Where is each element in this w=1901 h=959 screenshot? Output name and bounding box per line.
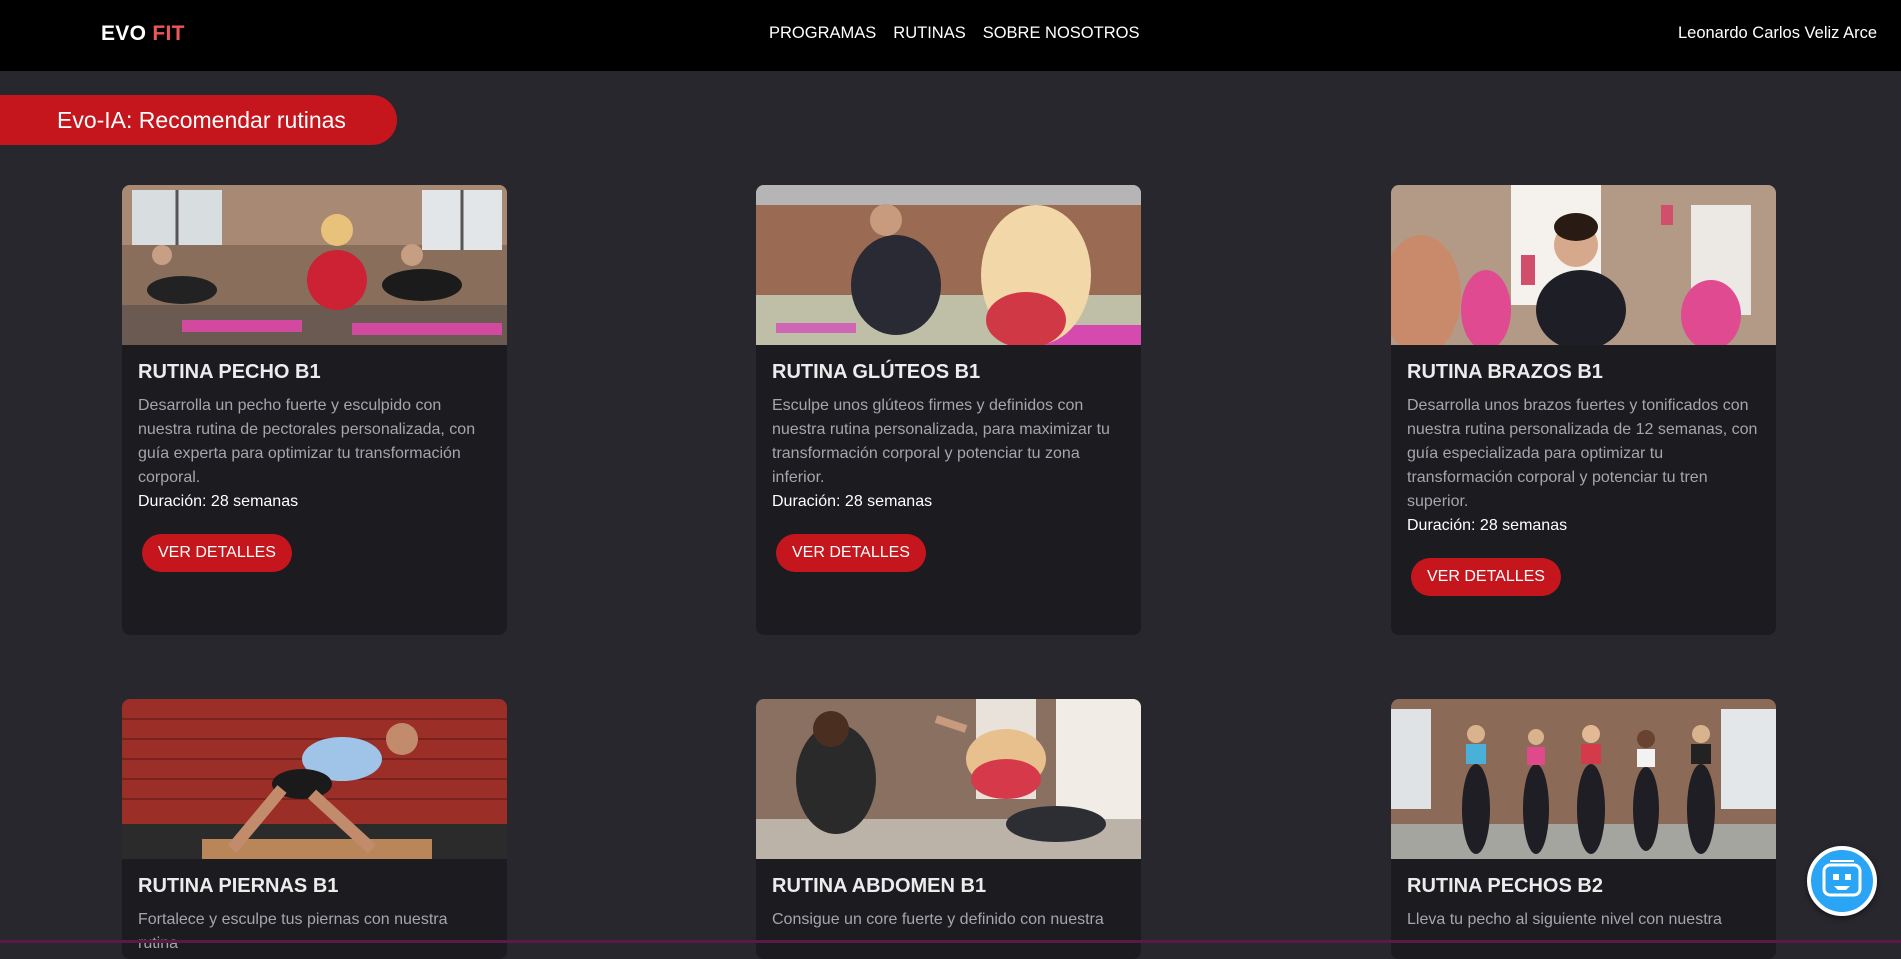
routine-card: RUTINA BRAZOS B1 Desarrolla unos brazos … xyxy=(1391,185,1776,635)
routine-card: RUTINA PECHOS B2 Lleva tu pecho al sigui… xyxy=(1391,699,1776,959)
routine-title: RUTINA GLÚTEOS B1 xyxy=(772,361,981,383)
nav-link-rutinas[interactable]: RUTINAS xyxy=(893,24,965,43)
view-details-button[interactable]: VER DETALLES xyxy=(776,534,926,572)
ai-recommend-button[interactable]: Evo-IA: Recomendar rutinas xyxy=(0,95,397,145)
routine-image-glutes xyxy=(756,185,1141,345)
routine-image-arms xyxy=(1391,185,1776,345)
routine-image-legs xyxy=(122,699,507,859)
routine-duration: Duración: 28 semanas xyxy=(1407,517,1568,534)
brand-logo[interactable]: EVO FIT xyxy=(101,22,185,46)
routine-description: Fortalece y esculpe tus piernas con nues… xyxy=(138,911,448,952)
routine-description: Desarrolla un pecho fuerte y esculpido c… xyxy=(138,397,476,486)
routine-image-chest xyxy=(122,185,507,345)
routine-description: Esculpe unos glúteos firmes y definidos … xyxy=(772,397,1110,486)
routine-title: RUTINA PECHO B1 xyxy=(138,361,321,383)
robot-chat-icon xyxy=(1822,860,1862,897)
routine-duration: Duración: 28 semanas xyxy=(772,493,933,510)
user-name[interactable]: Leonardo Carlos Veliz Arce xyxy=(1678,24,1877,43)
routine-title: RUTINA PECHOS B2 xyxy=(1407,875,1603,897)
routine-card: RUTINA PECHO B1 Desarrolla un pecho fuer… xyxy=(122,185,507,635)
top-navbar: EVO FIT PROGRAMAS RUTINAS SOBRE NOSOTROS… xyxy=(0,0,1901,71)
routine-card: RUTINA PIERNAS B1 Fortalece y esculpe tu… xyxy=(122,699,507,959)
routine-image-abs xyxy=(756,699,1141,859)
view-details-button[interactable]: VER DETALLES xyxy=(142,534,292,572)
routine-description: Lleva tu pecho al siguiente nivel con nu… xyxy=(1407,911,1722,928)
routine-title: RUTINA BRAZOS B1 xyxy=(1407,361,1603,383)
nav-link-programas[interactable]: PROGRAMAS xyxy=(769,24,876,43)
routine-description: Consigue un core fuerte y definido con n… xyxy=(772,911,1104,928)
nav-link-sobre-nosotros[interactable]: SOBRE NOSOTROS xyxy=(983,24,1140,43)
routine-card: RUTINA GLÚTEOS B1 Esculpe unos glúteos f… xyxy=(756,185,1141,635)
routine-title: RUTINA PIERNAS B1 xyxy=(138,875,339,897)
brand-evo: EVO xyxy=(101,22,147,45)
routine-title: RUTINA ABDOMEN B1 xyxy=(772,875,987,897)
brand-fit: FIT xyxy=(152,22,185,45)
routine-duration: Duración: 28 semanas xyxy=(138,493,299,510)
routine-card: RUTINA ABDOMEN B1 Consigue un core fuert… xyxy=(756,699,1141,959)
chat-bot-button[interactable] xyxy=(1807,846,1877,916)
nav-links: PROGRAMAS RUTINAS SOBRE NOSOTROS xyxy=(769,24,1139,43)
routine-description: Desarrolla unos brazos fuertes y tonific… xyxy=(1407,397,1758,510)
routine-image-chest-b2 xyxy=(1391,699,1776,859)
view-details-button[interactable]: VER DETALLES xyxy=(1411,558,1561,596)
